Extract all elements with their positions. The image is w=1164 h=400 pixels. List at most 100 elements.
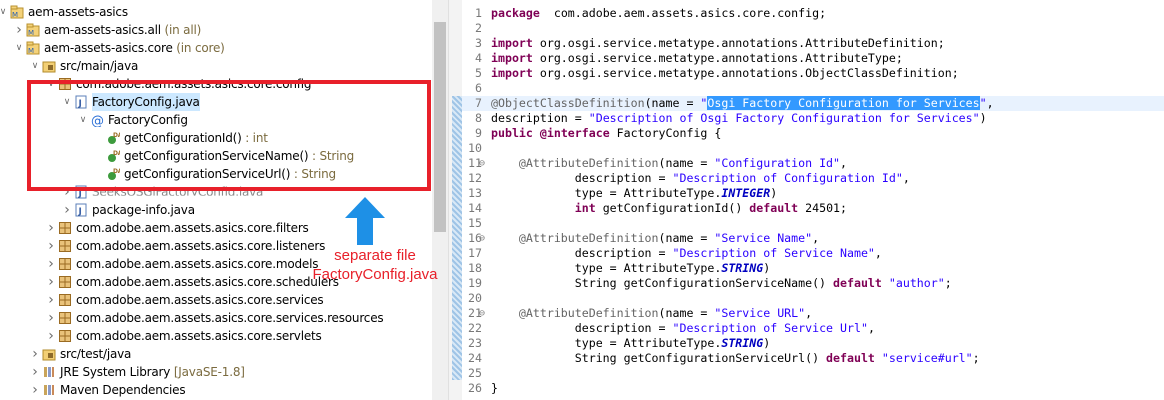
line-number: 6	[475, 81, 482, 95]
code-text: type = AttributeType.STRING)	[491, 261, 770, 276]
code-text: @AttributeDefinition(name = "Service Nam…	[491, 231, 819, 246]
java-file-icon: J	[74, 203, 88, 217]
library-icon	[42, 365, 56, 379]
code-line[interactable]: 7 @ObjectClassDefinition(name = "Osgi Fac…	[462, 96, 1164, 111]
code-token: (name =	[644, 96, 701, 110]
code-line[interactable]: 6	[462, 81, 1164, 96]
code-token: )	[979, 111, 987, 125]
fold-toggle-icon[interactable]: ⊖	[479, 306, 485, 321]
collapse-chevron-icon[interactable]: ›	[46, 273, 56, 291]
code-line[interactable]: 17 description = "Description of Service…	[462, 246, 1164, 261]
collapse-chevron-icon[interactable]: ›	[62, 201, 72, 219]
code-line[interactable]: 18 type = AttributeType.STRING)	[462, 261, 1164, 276]
code-editor[interactable]: 1 package com.adobe.aem.assets.asics.core…	[462, 0, 1164, 400]
code-line[interactable]: 3 import org.osgi.service.metatype.annota…	[462, 36, 1164, 51]
tree-item[interactable]: › com.adobe.aem.assets.asics.core.service…	[0, 309, 432, 327]
code-text: import org.osgi.service.metatype.annotat…	[491, 66, 959, 81]
code-line[interactable]: 8 description = "Description of Osgi Fact…	[462, 111, 1164, 126]
line-number: 19	[468, 276, 482, 290]
collapse-chevron-icon[interactable]: ›	[46, 237, 56, 255]
collapse-chevron-icon[interactable]: ›	[46, 327, 56, 345]
code-token: (name =	[658, 156, 715, 170]
collapse-chevron-icon[interactable]: ›	[46, 255, 56, 273]
tree-item[interactable]: ∨ Maem-assets-asics.core (in core)	[0, 39, 432, 57]
code-token: description =	[491, 111, 589, 125]
code-token: )	[763, 261, 771, 275]
code-line[interactable]: 12 description = "Description of Configu…	[462, 171, 1164, 186]
code-line[interactable]: 22 description = "Description of Service…	[462, 321, 1164, 336]
expand-chevron-icon[interactable]: ∨	[0, 3, 8, 21]
code-token: getConfigurationId()	[595, 201, 750, 215]
code-line[interactable]: 10	[462, 141, 1164, 156]
tree-item[interactable]: ∨ src/main/java	[0, 57, 432, 75]
code-line[interactable]: 13 type = AttributeType.INTEGER)	[462, 186, 1164, 201]
package-icon	[58, 257, 72, 271]
collapse-chevron-icon[interactable]: ›	[46, 291, 56, 309]
expand-chevron-icon[interactable]: ∨	[14, 39, 24, 57]
line-number: 10	[468, 141, 482, 155]
code-token: type = AttributeType.	[491, 186, 722, 200]
code-token: String getConfigurationServiceName()	[491, 276, 834, 290]
code-token: "	[979, 96, 987, 110]
code-line[interactable]: 24 String getConfigurationServiceUrl() d…	[462, 351, 1164, 366]
code-line[interactable]: 23 type = AttributeType.STRING)	[462, 336, 1164, 351]
collapse-chevron-icon[interactable]: ›	[46, 219, 56, 237]
line-number: 15	[468, 216, 482, 230]
code-line[interactable]: 15	[462, 216, 1164, 231]
collapse-chevron-icon[interactable]: ›	[30, 381, 40, 399]
tree-item[interactable]: › com.adobe.aem.assets.asics.core.service…	[0, 291, 432, 309]
code-line[interactable]: 21 ⊖ @AttributeDefinition(name = "Service…	[462, 306, 1164, 321]
fold-toggle-icon[interactable]: ⊖	[479, 156, 485, 171]
code-token: ,	[902, 171, 910, 185]
line-number: 7	[475, 96, 482, 110]
tree-item[interactable]: › src/test/java	[0, 345, 432, 363]
line-number: 18	[468, 261, 482, 275]
code-line[interactable]: 25	[462, 366, 1164, 381]
code-token: @AttributeDefinition	[518, 156, 659, 170]
code-line[interactable]: 19 String getConfigurationServiceName() …	[462, 276, 1164, 291]
tree-item-label: package-info.java	[92, 203, 195, 217]
code-line[interactable]: 14 int getConfigurationId() default 2450…	[462, 201, 1164, 216]
project-icon: M	[26, 23, 40, 37]
line-number: 9	[475, 126, 482, 140]
code-token: )	[763, 336, 771, 350]
code-line[interactable]: 2	[462, 21, 1164, 36]
line-number: 8	[475, 111, 482, 125]
collapse-chevron-icon[interactable]: ›	[46, 309, 56, 327]
tree-item[interactable]: › Maven Dependencies	[0, 381, 432, 399]
code-token: "Description of Configuration Id"	[672, 171, 903, 185]
collapse-chevron-icon[interactable]: ›	[30, 363, 40, 381]
source-folder-icon	[42, 59, 56, 73]
collapse-chevron-icon[interactable]: ›	[14, 21, 24, 39]
tree-scrollbar-thumb[interactable]	[434, 22, 446, 232]
tree-item[interactable]: › Maem-assets-asics.all (in all)	[0, 21, 432, 39]
code-text: String getConfigurationServiceUrl() defa…	[491, 351, 980, 366]
callout-annotation: separate file FactoryConfig.java	[300, 246, 450, 284]
code-token: @AttributeDefinition	[518, 306, 659, 320]
tree-item[interactable]: › com.adobe.aem.assets.asics.core.servlet…	[0, 327, 432, 345]
code-text: @AttributeDefinition(name = "Configurati…	[491, 156, 847, 171]
line-number: 22	[468, 321, 482, 335]
code-token: "Configuration Id"	[714, 156, 841, 170]
code-token: ;	[972, 351, 980, 365]
code-line[interactable]: 5 import org.osgi.service.metatype.annota…	[462, 66, 1164, 81]
collapse-chevron-icon[interactable]: ›	[30, 345, 40, 363]
tree-item[interactable]: ∨ Maem-assets-asics	[0, 3, 432, 21]
code-line[interactable]: 1 package com.adobe.aem.assets.asics.core…	[462, 6, 1164, 21]
tree-item-label: com.adobe.aem.assets.asics.core.services…	[76, 311, 384, 325]
code-line[interactable]: 26}	[462, 381, 1164, 396]
tree-item[interactable]: › JRE System Library [JavaSE-1.8]	[0, 363, 432, 381]
code-line[interactable]: 9 public @interface FactoryConfig {	[462, 126, 1164, 141]
callout-text-line2: FactoryConfig.java	[312, 266, 438, 283]
code-line[interactable]: 11 ⊖ @AttributeDefinition(name = "Configu…	[462, 156, 1164, 171]
code-line[interactable]: 20	[462, 291, 1164, 306]
code-line[interactable]: 16 ⊖ @AttributeDefinition(name = "Service…	[462, 231, 1164, 246]
expand-chevron-icon[interactable]: ∨	[30, 57, 40, 75]
code-token: STRING	[721, 261, 764, 275]
code-token: description =	[491, 171, 673, 185]
code-line[interactable]: 4 import org.osgi.service.metatype.annota…	[462, 51, 1164, 66]
code-token: Osgi Factory Configuration for Services	[707, 96, 980, 110]
fold-toggle-icon[interactable]: ⊖	[479, 231, 485, 246]
